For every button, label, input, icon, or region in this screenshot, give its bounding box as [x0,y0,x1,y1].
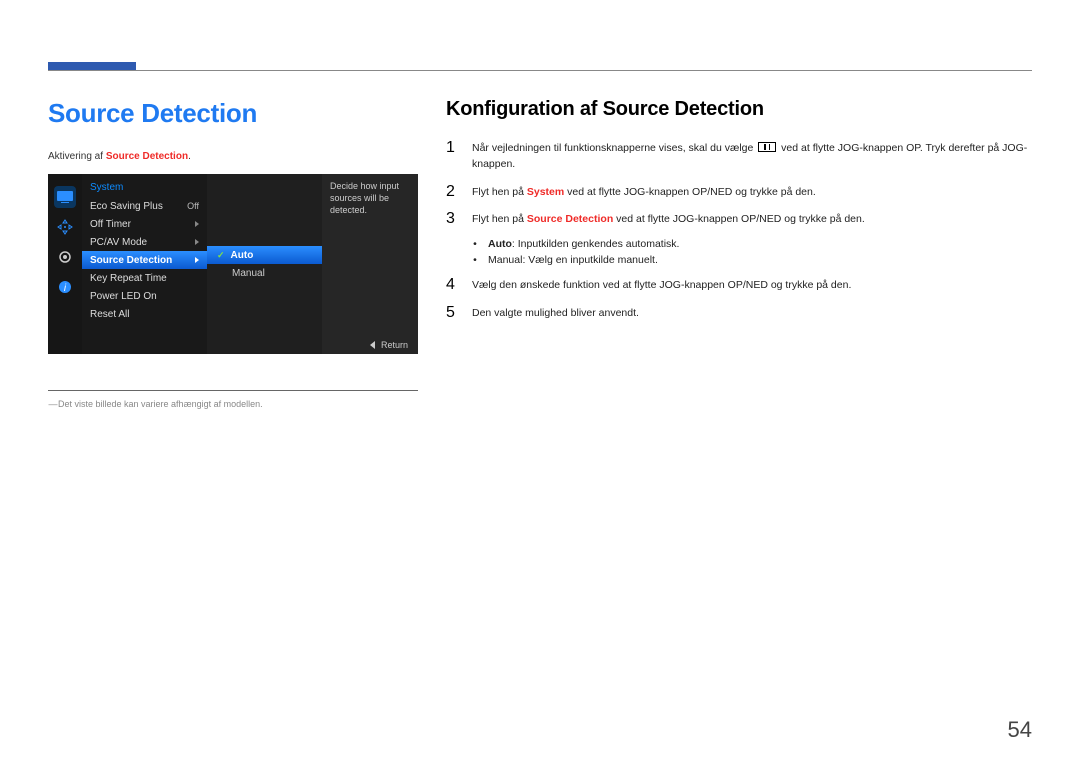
osd-hint-text: Decide how input sources will be detecte… [322,174,418,354]
step-3: 3 Flyt hen på Source Detection ved at fl… [446,210,1032,228]
header-rule [48,70,1032,71]
steps-list: 1 Når vejledningen til funktionsknappern… [446,139,1032,322]
osd-sidebar: i [48,174,82,354]
options-sublist: • Auto: Inputkilden genkendes automatisk… [472,238,1032,266]
step-1: 1 Når vejledningen til funktionsknappern… [446,139,1032,173]
osd-option-auto: ✓Auto [207,246,322,264]
config-heading: Konfiguration af Source Detection [446,98,1032,121]
page-number: 54 [1008,717,1032,743]
osd-icon-gear [54,246,76,268]
step-5: 5 Den valgte mulighed bliver anvendt. [446,304,1032,322]
option-auto-desc: • Auto: Inputkilden genkendes automatisk… [472,238,1032,250]
activation-caption: Aktivering af Source Detection. [48,151,418,162]
osd-item-pcav: PC/AV Mode [82,233,207,251]
osd-footer: Return [370,336,418,354]
osd-item-source-detection: Source Detection [82,251,207,269]
osd-icon-info: i [54,276,76,298]
osd-menu-list: System Eco Saving PlusOff Off Timer PC/A… [82,174,207,354]
osd-option-manual: Manual [207,264,322,282]
osd-screenshot: i System Eco Saving PlusOff Off Timer PC… [48,174,418,354]
osd-item-resetall: Reset All [82,305,207,323]
osd-icon-move [54,216,76,238]
footnote-text: ―Det viste billede kan variere afhængigt… [48,399,418,409]
section-title: Source Detection [48,98,418,129]
osd-icon-monitor [54,186,76,208]
step-2: 2 Flyt hen på System ved at flytte JOG-k… [446,183,1032,201]
chapter-accent-bar [48,62,136,70]
step-4: 4 Vælg den ønskede funktion ved at flytt… [446,276,1032,294]
osd-item-offtimer: Off Timer [82,215,207,233]
osd-item-eco: Eco Saving PlusOff [82,197,207,215]
osd-menu-title: System [82,178,207,197]
option-manual-desc: • Manual: Vælg en inputkilde manuelt. [472,254,1032,266]
osd-item-powerled: Power LED On [82,287,207,305]
osd-item-keyrepeat: Key Repeat Time [82,269,207,287]
osd-submenu: ✓Auto Manual [207,174,322,354]
menu-icon [758,142,776,152]
footnote-rule [48,390,418,391]
